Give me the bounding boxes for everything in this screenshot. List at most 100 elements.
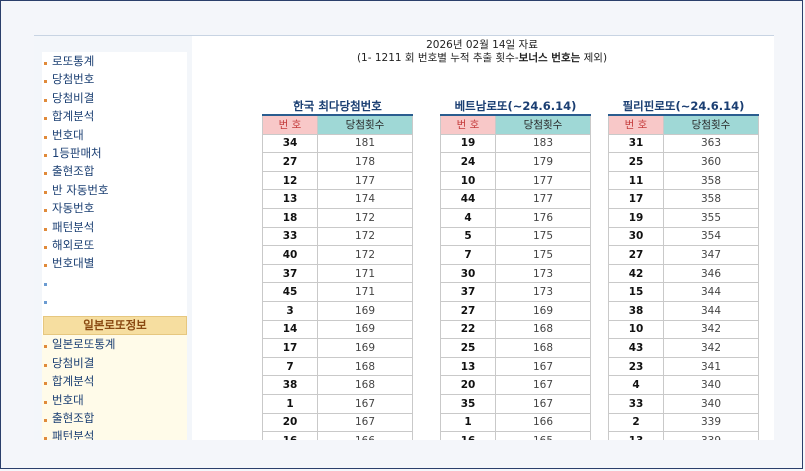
- number-cell: 43: [608, 338, 664, 358]
- table-row: 44 177: [440, 189, 591, 209]
- menu-list: 로또통계 당첨번호 당첨비결 합계분석번호대 1등판매처출현조합반 자동번호자동번호 패턴…: [42, 52, 187, 309]
- count-cell: 174: [317, 189, 413, 209]
- number-cell: 11: [608, 170, 664, 191]
- table-row: 25 360: [608, 152, 759, 172]
- jp-section-header: 일본로또정보: [43, 316, 187, 336]
- count-cell: 168: [317, 375, 413, 395]
- count-cell: 181: [317, 133, 413, 154]
- table-row: 20 167: [440, 375, 591, 395]
- count-cell: 340: [663, 393, 759, 414]
- count-cell: 177: [495, 170, 591, 191]
- table-row: 30 173: [440, 263, 591, 284]
- jp-sidebar-item[interactable]: 출현조합: [42, 409, 187, 428]
- count-cell: 173: [495, 282, 591, 302]
- table-row: 37 173: [440, 282, 591, 302]
- sidebar-item[interactable]: 당첨비결: [42, 89, 187, 107]
- number-cell: 38: [262, 375, 318, 395]
- count-cell: 341: [663, 356, 759, 377]
- sidebar-item[interactable]: 당첨번호: [42, 70, 187, 88]
- sidebar-item[interactable]: 합계분석: [42, 107, 187, 125]
- sidebar-item-label: 출현조합: [52, 164, 95, 179]
- jp-sidebar-item-label: 번호대: [52, 392, 84, 407]
- number-cell: 10: [440, 170, 496, 191]
- bullet-icon: [44, 363, 47, 367]
- sidebar-item[interactable]: 자동번호: [42, 199, 187, 217]
- sidebar-item[interactable]: 해외로또: [42, 236, 187, 254]
- bullet-icon: [44, 172, 47, 176]
- count-cell: 360: [663, 152, 759, 172]
- sidebar-item-label: 해외로또: [52, 237, 95, 252]
- bullet-icon: [44, 98, 47, 102]
- table-row: 7 168: [262, 356, 413, 377]
- sidebar-item-label: 반 자동번호: [52, 182, 109, 197]
- sidebar: 로또통계 당첨번호 당첨비결 합계분석 번호대 1등판매처 출현조합 반 자동번호 자동번호 패턴…: [34, 36, 192, 440]
- count-cell: 344: [663, 300, 759, 321]
- table-row: 4 340: [608, 375, 759, 395]
- table-row: 33 340: [608, 393, 759, 414]
- sidebar-item[interactable]: 출현조합: [42, 162, 187, 180]
- table-row: 12 177: [262, 170, 413, 191]
- sidebar-item-label: 번호대: [52, 127, 84, 142]
- number-cell: 44: [440, 189, 496, 209]
- bullet-icon: [44, 117, 47, 121]
- count-cell: 340: [663, 375, 759, 395]
- jp-sidebar-item[interactable]: 번호대: [42, 390, 187, 410]
- jp-sidebar-item[interactable]: 합계분석: [42, 372, 187, 391]
- column-header-count: 당첨횟수: [663, 114, 759, 135]
- table-row: 3 169: [262, 300, 413, 321]
- sidebar-item[interactable]: 로또통계: [42, 52, 187, 70]
- number-cell: 37: [440, 282, 496, 302]
- table-title: 베트남로또(~24.6.14): [440, 98, 591, 116]
- number-cell: 38: [608, 300, 664, 321]
- number-cell: 4: [608, 375, 664, 395]
- table-row: 31 363: [608, 133, 759, 154]
- subtitle-prefix: (1- 1211 회 번호별 누적 추출 횟수-: [356, 52, 519, 64]
- table-row: 25 168: [440, 338, 591, 358]
- count-cell: 175: [495, 245, 591, 265]
- sidebar-item[interactable]: 반 자동번호: [42, 181, 187, 199]
- number-cell: 31: [608, 133, 664, 154]
- jp-sidebar-item[interactable]: 패턴분석: [42, 427, 187, 440]
- sidebar-item[interactable]: 번호대별: [42, 254, 187, 272]
- number-cell: 20: [262, 412, 318, 433]
- number-cell: 18: [262, 207, 318, 228]
- number-cell: 37: [262, 263, 318, 284]
- bullet-icon: [44, 382, 47, 386]
- table-row: 7 175: [440, 245, 591, 265]
- column-header-number: 번 호: [440, 114, 496, 135]
- bullet-icon: [44, 245, 47, 249]
- count-cell: 358: [663, 189, 759, 209]
- number-cell: 5: [440, 226, 496, 247]
- table-row: 30 354: [608, 226, 759, 247]
- count-cell: 167: [317, 393, 413, 414]
- table-row: 1 167: [262, 393, 413, 414]
- number-cell: 17: [608, 189, 664, 209]
- count-cell: 177: [495, 189, 591, 209]
- table-row: 27 347: [608, 245, 759, 265]
- number-cell: 40: [262, 245, 318, 265]
- jp-sidebar-item[interactable]: 당첨비결: [42, 353, 187, 373]
- table-row: 19 183: [440, 133, 591, 154]
- table-row: 24 179: [440, 152, 591, 172]
- jp-sidebar-item[interactable]: 일본로또통계: [42, 335, 187, 354]
- number-cell: 12: [262, 170, 318, 191]
- subtitle-suffix: 제외): [580, 52, 608, 64]
- count-cell: 171: [317, 282, 413, 302]
- number-cell: 27: [440, 300, 496, 321]
- bullet-icon: [44, 400, 47, 404]
- bullet-icon: [44, 301, 47, 305]
- count-cell: 169: [495, 300, 591, 321]
- number-cell: 24: [440, 152, 496, 172]
- number-cell: 42: [608, 263, 664, 284]
- sidebar-item[interactable]: 1등판매처: [42, 144, 187, 162]
- count-cell: 175: [495, 226, 591, 247]
- sidebar-item[interactable]: 패턴분석: [42, 218, 187, 236]
- stats-table: 한국 최다당첨번호 번 호 당첨횟수 34 181 27 178 12 177 13 174 18 17…: [262, 98, 413, 440]
- sidebar-item[interactable]: 번호대: [42, 126, 187, 144]
- count-cell: 339: [663, 412, 759, 433]
- number-cell: 22: [440, 319, 496, 340]
- sidebar-item: [42, 273, 187, 291]
- number-cell: 19: [608, 207, 664, 228]
- count-cell: 344: [663, 282, 759, 302]
- count-cell: 346: [663, 263, 759, 284]
